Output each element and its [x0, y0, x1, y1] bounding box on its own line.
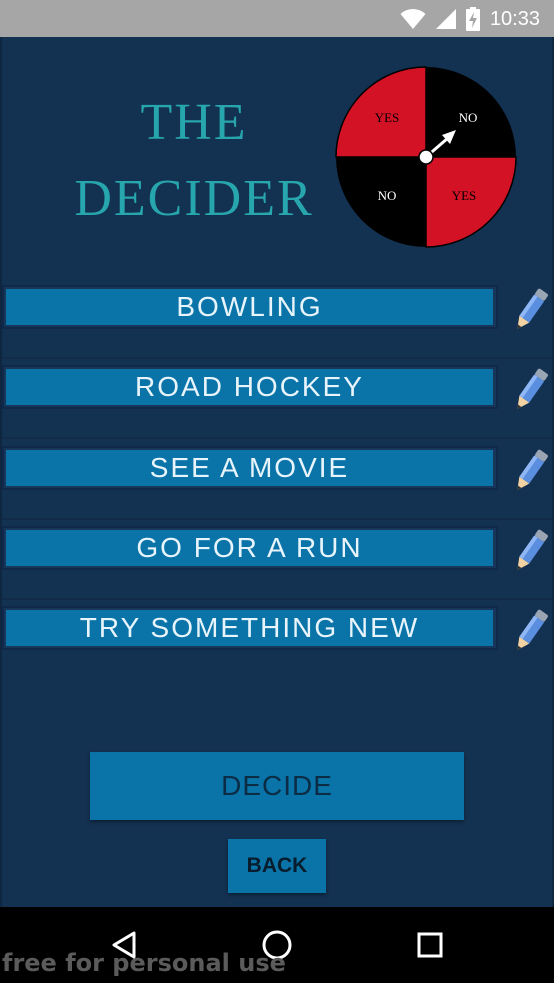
option-button-2[interactable]: ROAD HOCKEY	[6, 369, 493, 405]
option-row: BOWLING	[0, 285, 554, 359]
clock: 10:33	[489, 7, 540, 30]
title-line-1: THE	[140, 94, 248, 151]
wheel-label-yes-2: YES	[452, 188, 477, 203]
nav-recents-icon[interactable]	[410, 927, 450, 963]
decide-button[interactable]: DECIDE	[90, 752, 464, 820]
wifi-icon	[400, 8, 426, 29]
option-button-3[interactable]: SEE A MOVIE	[6, 450, 493, 486]
wheel-label-yes-1: YES	[375, 110, 400, 125]
back-button[interactable]: BACK	[228, 839, 326, 893]
wheel-hub	[418, 149, 434, 165]
watermark-text: free for personal use	[2, 949, 286, 977]
pencil-edit-icon[interactable]	[508, 446, 552, 498]
cell-signal-icon	[435, 9, 456, 29]
decider-screen: THE DECIDER YES NO NO YES BOWLING ROAD H…	[0, 37, 554, 907]
option-row: TRY SOMETHING NEW	[0, 606, 554, 680]
pencil-edit-icon[interactable]	[508, 285, 552, 337]
option-button-4[interactable]: GO FOR A RUN	[6, 530, 493, 566]
pencil-edit-icon[interactable]	[508, 365, 552, 417]
option-button-1[interactable]: BOWLING	[6, 289, 493, 325]
wheel-label-no-1: NO	[459, 110, 478, 125]
option-button-5[interactable]: TRY SOMETHING NEW	[6, 610, 493, 646]
option-row: ROAD HOCKEY	[0, 365, 554, 439]
battery-charging-icon	[465, 7, 480, 31]
title-line-2: DECIDER	[74, 170, 314, 227]
pencil-edit-icon[interactable]	[508, 526, 552, 578]
option-row: SEE A MOVIE	[0, 446, 554, 520]
app-title: THE DECIDER	[66, 85, 322, 237]
wheel-label-no-2: NO	[378, 188, 397, 203]
status-bar: 10:33	[0, 0, 554, 37]
option-row: GO FOR A RUN	[0, 526, 554, 600]
pencil-edit-icon[interactable]	[508, 606, 552, 658]
decision-wheel[interactable]: YES NO NO YES	[334, 66, 518, 248]
